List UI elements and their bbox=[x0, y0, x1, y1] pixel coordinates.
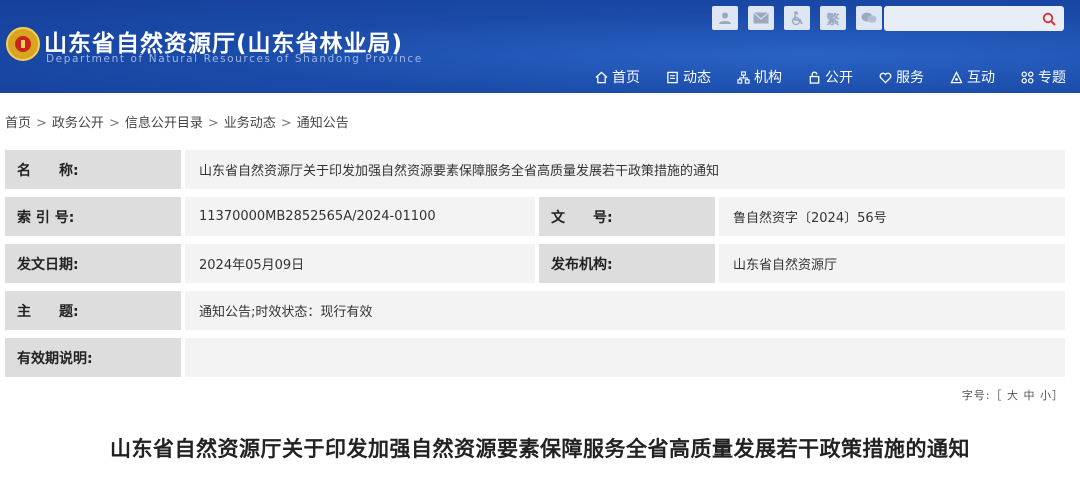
meta-row-index: 索 引 号: 11370000MB2852565A/2024-01100 文 号… bbox=[5, 197, 1065, 236]
meta-label: 发文日期: bbox=[5, 244, 181, 283]
meta-value-org: 山东省自然资源厅 bbox=[719, 244, 1065, 283]
user-icon[interactable] bbox=[712, 6, 738, 30]
font-size-small[interactable]: 小 bbox=[1040, 389, 1052, 402]
home-icon bbox=[595, 71, 608, 83]
document-title: 山东省自然资源厅关于印发加强自然资源要素保障服务全省高质量发展若干政策措施的通知 bbox=[110, 437, 970, 461]
nav-label: 服务 bbox=[896, 70, 924, 86]
accessibility-icon[interactable] bbox=[784, 6, 810, 30]
breadcrumb-gov-affairs[interactable]: 政务公开 bbox=[52, 116, 104, 131]
font-size-label: 字号:［ bbox=[961, 389, 1003, 402]
org-icon bbox=[737, 70, 750, 84]
meta-label: 主 题: bbox=[5, 291, 181, 330]
meta-row-name: 名 称: 山东省自然资源厅关于印发加强自然资源要素保障服务全省高质量发展若干政策… bbox=[5, 150, 1065, 189]
main-nav: 首页 动态 机构 公开 服务 互动 专题 bbox=[595, 67, 1066, 87]
nav-item-service[interactable]: 服务 bbox=[879, 67, 924, 87]
meta-label: 发布机构: bbox=[539, 244, 715, 283]
header-tools: 繁 bbox=[712, 6, 882, 30]
nav-label: 互动 bbox=[967, 70, 995, 86]
font-size-large[interactable]: 大 bbox=[1007, 389, 1019, 402]
meta-label: 文 号: bbox=[539, 197, 715, 236]
meta-row-date: 发文日期: 2024年05月09日 发布机构: 山东省自然资源厅 bbox=[5, 244, 1065, 283]
nav-item-open[interactable]: 公开 bbox=[808, 67, 853, 87]
meta-value-validity bbox=[185, 338, 1065, 377]
site-subtitle: Department of Natural Resources of Shand… bbox=[46, 53, 423, 65]
topics-icon bbox=[1021, 71, 1034, 83]
heart-icon bbox=[879, 72, 892, 84]
breadcrumb-business-news[interactable]: 业务动态 bbox=[224, 116, 276, 131]
nav-item-news[interactable]: 动态 bbox=[666, 67, 711, 87]
meta-value-name: 山东省自然资源厅关于印发加强自然资源要素保障服务全省高质量发展若干政策措施的通知 bbox=[185, 150, 1065, 189]
document-metadata: 名 称: 山东省自然资源厅关于印发加强自然资源要素保障服务全省高质量发展若干政策… bbox=[5, 150, 1065, 385]
font-size-medium[interactable]: 中 bbox=[1024, 389, 1036, 402]
nav-item-org[interactable]: 机构 bbox=[737, 67, 782, 87]
nav-label: 公开 bbox=[825, 70, 853, 86]
mail-icon[interactable] bbox=[748, 6, 774, 30]
nav-label: 机构 bbox=[754, 70, 782, 86]
nav-item-topics[interactable]: 专题 bbox=[1021, 67, 1066, 87]
meta-label: 有效期说明: bbox=[5, 338, 181, 377]
nav-item-interact[interactable]: 互动 bbox=[950, 67, 995, 87]
meta-label: 名 称: bbox=[5, 150, 181, 189]
chat-icon[interactable] bbox=[856, 6, 882, 30]
nav-label: 动态 bbox=[683, 70, 711, 86]
meta-row-validity: 有效期说明: bbox=[5, 338, 1065, 377]
lock-icon bbox=[809, 71, 820, 84]
news-icon bbox=[667, 71, 678, 83]
meta-value-date: 2024年05月09日 bbox=[185, 244, 535, 283]
nav-item-home[interactable]: 首页 bbox=[595, 67, 640, 87]
national-emblem-icon bbox=[6, 27, 40, 61]
font-size-control: 字号:［ 大 中 小］ bbox=[961, 389, 1064, 402]
search-input[interactable] bbox=[884, 6, 1064, 31]
meta-label: 索 引 号: bbox=[5, 197, 181, 236]
site-header: 山东省自然资源厅(山东省林业局) Department of Natural R… bbox=[0, 0, 1080, 93]
search-icon[interactable] bbox=[1042, 11, 1056, 30]
traditional-chinese-icon[interactable]: 繁 bbox=[820, 6, 846, 30]
nav-label: 专题 bbox=[1038, 70, 1066, 86]
meta-value-index: 11370000MB2852565A/2024-01100 bbox=[185, 197, 535, 236]
meta-row-topic: 主 题: 通知公告;时效状态：现行有效 bbox=[5, 291, 1065, 330]
interact-icon bbox=[950, 70, 963, 83]
meta-value-topic: 通知公告;时效状态：现行有效 bbox=[185, 291, 1065, 330]
breadcrumb-info-directory[interactable]: 信息公开目录 bbox=[125, 116, 203, 131]
breadcrumb: 首页 > 政务公开 > 信息公开目录 > 业务动态 > 通知公告 bbox=[5, 116, 349, 131]
meta-value-docno: 鲁自然资字〔2024〕56号 bbox=[719, 197, 1065, 236]
breadcrumb-home[interactable]: 首页 bbox=[5, 116, 31, 131]
nav-label: 首页 bbox=[612, 70, 640, 86]
breadcrumb-notices[interactable]: 通知公告 bbox=[297, 116, 349, 131]
